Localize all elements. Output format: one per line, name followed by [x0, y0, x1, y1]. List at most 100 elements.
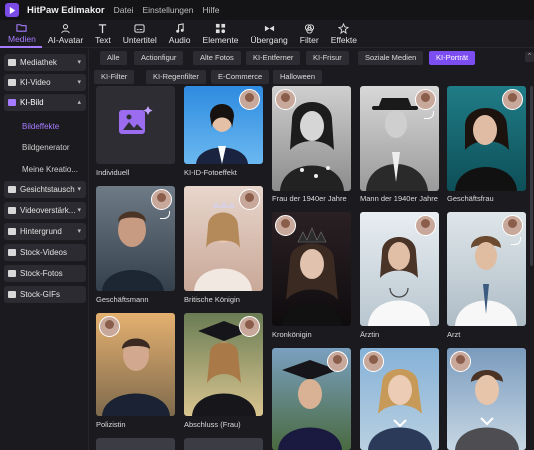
tab-audio-label: Audio	[168, 35, 191, 45]
effect-tile-abschluss-frau[interactable]	[184, 313, 263, 416]
effect-tile-ki-id-fotoeffekt[interactable]	[184, 86, 263, 164]
tab-untertitel-label: Untertitel	[122, 35, 157, 45]
reference-face-thumbnail	[99, 316, 120, 337]
effect-tile-geschaeftsmann[interactable]	[96, 186, 175, 291]
tab-text-label: Text	[95, 35, 111, 45]
sidebar-item-label: KI-Video	[20, 78, 51, 87]
tab-text[interactable]: Text	[89, 20, 117, 48]
stock-gif-icon	[8, 291, 16, 298]
video-icon	[8, 79, 16, 86]
subtitle-icon	[134, 24, 145, 33]
stock-video-icon	[8, 249, 16, 256]
grid-scrollbar[interactable]	[530, 86, 533, 266]
filter-soziale-medien[interactable]: Soziale Medien	[358, 51, 424, 65]
title-bar: HitPaw Edimakor Datei Einstellungen Hilf…	[0, 0, 534, 20]
sidebar-item-videoverstaerker[interactable]: Videoverstärk... ▾	[4, 202, 86, 219]
tile-caption-polizistin: Polizistin	[96, 420, 126, 429]
reference-face-thumbnail	[239, 316, 260, 337]
effect-tile-schuelerin[interactable]	[360, 348, 439, 450]
sidebar-item-label: Stock-GIFs	[20, 290, 61, 299]
sidebar-item-stock-videos[interactable]: Stock-Videos	[4, 244, 86, 261]
effect-tile-mann-1940er[interactable]	[360, 86, 439, 191]
chevron-down-icon: ▾	[77, 59, 81, 66]
tab-uebergang[interactable]: Übergang	[244, 20, 293, 48]
filter-actionfigur[interactable]: Actionfigur	[134, 51, 184, 65]
effect-tile-arzt[interactable]	[447, 212, 526, 326]
effects-star-icon	[338, 23, 350, 34]
filter-e-commerce[interactable]: E-Commerce	[211, 70, 270, 84]
sidebar-item-stock-gifs[interactable]: Stock-GIFs	[4, 286, 86, 303]
tile-caption-geschaeftsmann: Geschäftsmann	[96, 295, 149, 304]
sidebar-item-stock-fotos[interactable]: Stock-Fotos	[4, 265, 86, 282]
sidebar-sub-bildeffekte[interactable]: Bildeffekte	[22, 122, 59, 131]
filter-ki-regenfilter[interactable]: KI-Regenfilter	[146, 70, 206, 84]
filter-alte-fotos[interactable]: Alte Fotos	[193, 51, 241, 65]
filter-halloween[interactable]: Halloween	[273, 70, 323, 84]
reference-face-thumbnail	[275, 89, 296, 110]
tab-elemente[interactable]: Elemente	[197, 20, 245, 48]
effect-tile-abschluss-mann[interactable]	[272, 348, 351, 450]
sidebar-item-label: Gesichtstausch	[20, 185, 75, 194]
reference-face-thumbnail	[151, 189, 172, 210]
tab-medien-label: Medien	[8, 34, 36, 44]
effect-tile-geschaeftsfrau[interactable]	[447, 86, 526, 191]
chevron-down-icon: ▾	[77, 207, 81, 214]
filter-ki-portraet[interactable]: KI-Porträt	[429, 51, 476, 65]
reference-face-thumbnail	[239, 189, 260, 210]
app-logo-icon	[5, 3, 19, 17]
sidebar-item-gesichtstausch[interactable]: Gesichtstausch ▾	[4, 181, 86, 198]
reference-face-thumbnail	[502, 89, 523, 110]
filter-ki-filter[interactable]: KI-Filter	[94, 70, 135, 84]
menu-einstellungen[interactable]: Einstellungen	[142, 5, 193, 15]
effect-tile-aerztin[interactable]	[360, 212, 439, 326]
face-swap-icon	[8, 186, 16, 193]
menu-hilfe[interactable]: Hilfe	[203, 5, 220, 15]
effect-tile-britische-koenigin[interactable]	[184, 186, 263, 291]
tab-medien[interactable]: Medien	[0, 20, 42, 48]
tab-effekte-label: Effekte	[330, 35, 357, 45]
background-icon	[8, 228, 16, 235]
elements-grid-icon	[215, 23, 226, 34]
tile-caption-mann-1940er: Mann der 1940er Jahre	[360, 194, 438, 203]
effect-tile-individuell[interactable]	[96, 86, 175, 164]
sidebar-item-label: Mediathek	[20, 58, 57, 67]
filter-ki-entferner[interactable]: KI-Entferner	[246, 51, 301, 65]
effect-tile-kronkoenigin[interactable]	[272, 212, 351, 326]
effect-tile-partial[interactable]	[96, 438, 175, 450]
sidebar-item-label: Stock-Fotos	[20, 269, 63, 278]
effect-tile-frau-1940er[interactable]	[272, 86, 351, 191]
library-icon	[8, 59, 16, 66]
tab-filter-label: Filter	[299, 35, 319, 45]
tab-ai-avatar[interactable]: AI-Avatar	[42, 20, 89, 48]
reference-face-thumbnail	[415, 89, 436, 110]
sidebar-item-mediathek[interactable]: Mediathek ▾	[4, 54, 86, 71]
reference-face-thumbnail	[450, 351, 471, 372]
tab-effekte[interactable]: Effekte	[325, 20, 363, 48]
tile-caption-aerztin: Ärztin	[360, 330, 380, 339]
filter-ki-frisur[interactable]: KI-Frisur	[306, 51, 349, 65]
sidebar: Mediathek ▾ KI-Video ▾ KI-Bild ▴ Bildeff…	[0, 49, 89, 450]
tab-filter[interactable]: Filter	[294, 20, 325, 48]
chevron-up-icon: ▴	[77, 99, 81, 106]
tile-caption-individuell: Individuell	[96, 168, 130, 177]
sidebar-item-ki-video[interactable]: KI-Video ▾	[4, 74, 86, 91]
tile-caption-britische-koenigin: Britische Königin	[184, 295, 240, 304]
effect-tile-polizistin[interactable]	[96, 313, 175, 416]
menu-datei[interactable]: Datei	[114, 5, 134, 15]
tab-untertitel[interactable]: Untertitel	[117, 20, 163, 48]
sidebar-sub-meine-kreationen[interactable]: Meine Kreatio...	[22, 165, 78, 174]
media-folder-icon	[16, 24, 28, 32]
chevron-down-icon: ▾	[77, 228, 81, 235]
sidebar-sub-bildgenerator[interactable]: Bildgenerator	[22, 143, 70, 152]
sidebar-item-hintergrund[interactable]: Hintergrund ▾	[4, 223, 86, 240]
tile-caption-geschaeftsfrau: Geschäftsfrau	[447, 194, 494, 203]
filter-alle[interactable]: Alle	[100, 51, 127, 65]
app-name: HitPaw Edimakor	[27, 4, 105, 16]
tile-caption-arzt: Arzt	[447, 330, 461, 339]
tab-audio[interactable]: Audio	[163, 20, 197, 48]
effect-tile-partial[interactable]	[184, 438, 263, 450]
effect-tile-schueler[interactable]	[447, 348, 526, 450]
tab-elemente-label: Elemente	[202, 35, 239, 45]
sidebar-item-ki-bild[interactable]: KI-Bild ▴	[4, 94, 86, 111]
collapse-filters-chevron-up-icon[interactable]: ⌃	[525, 52, 534, 62]
